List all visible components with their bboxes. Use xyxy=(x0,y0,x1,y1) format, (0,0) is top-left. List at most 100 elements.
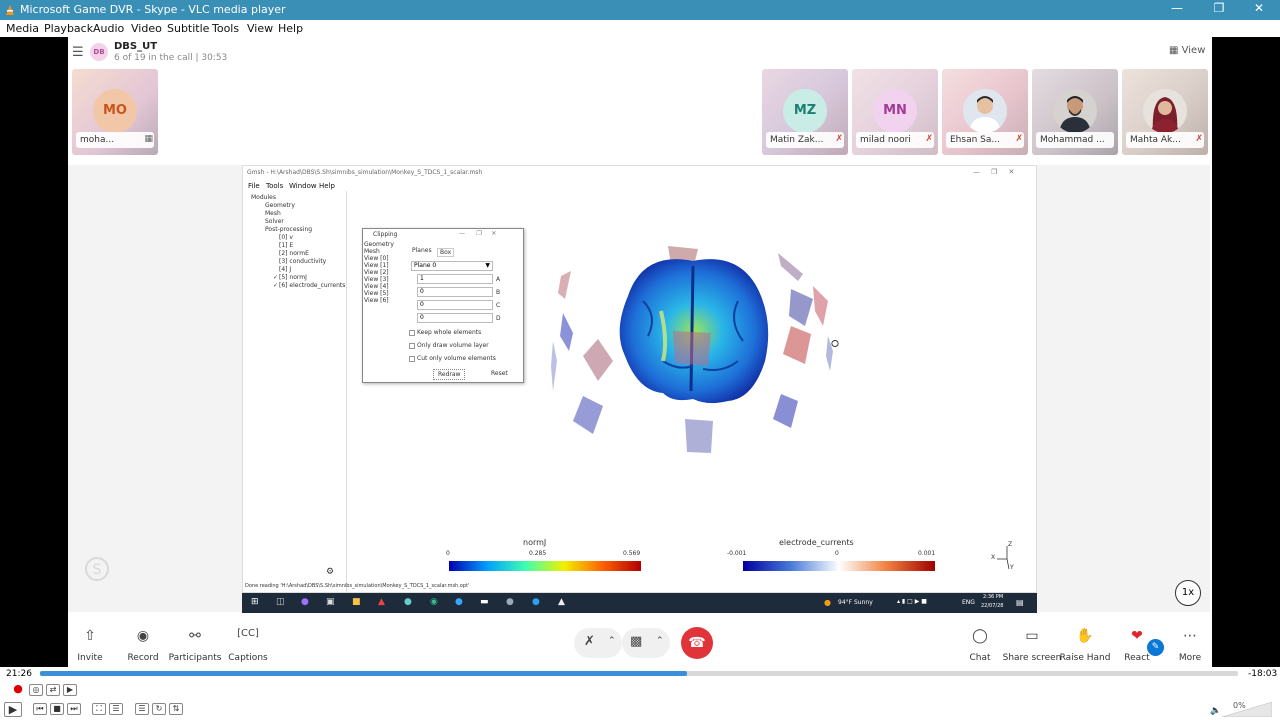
snapshot-icon[interactable]: ◎ xyxy=(29,684,43,696)
app-icon: ▲ xyxy=(378,597,385,607)
captions-button[interactable]: [CC] Captions xyxy=(218,628,278,663)
more-button[interactable]: ⋯ More xyxy=(1160,628,1220,663)
list-item[interactable]: View [6] xyxy=(364,297,389,304)
camera-toggle-button[interactable]: ▩ ⌃ xyxy=(622,628,670,658)
gmsh-menu-file[interactable]: File xyxy=(248,182,260,190)
zoom-level-button[interactable]: 1x xyxy=(1175,580,1201,606)
gmsh-menu-window[interactable]: Window xyxy=(289,182,317,190)
participant-tile[interactable]: Mahta Ak... ✗ xyxy=(1122,69,1208,155)
previous-icon[interactable]: ⏮ xyxy=(33,703,47,715)
participant-tile[interactable]: Mohammad ... xyxy=(1032,69,1118,155)
next-icon[interactable]: ⏭ xyxy=(67,703,81,715)
gmsh-menu-help[interactable]: Help xyxy=(319,182,335,190)
gmsh-icon: ▲ xyxy=(558,597,565,607)
list-item[interactable]: View [5] xyxy=(364,290,389,297)
list-item[interactable]: Geometry xyxy=(364,241,394,248)
list-item[interactable]: View [1] xyxy=(364,262,389,269)
menu-view[interactable]: View xyxy=(247,22,273,35)
record-icon[interactable]: ● xyxy=(11,683,25,696)
list-item[interactable]: View [2] xyxy=(364,269,389,276)
menu-audio[interactable]: Audio xyxy=(93,22,124,35)
colorbar-electrode-mid: 0 xyxy=(835,550,839,557)
menu-playback[interactable]: Playback xyxy=(44,22,93,35)
play-icon[interactable]: ▶ xyxy=(4,702,22,717)
electrode-patch xyxy=(685,419,713,453)
tree-post-processing[interactable]: Post-processing xyxy=(265,226,312,233)
tree-modules[interactable]: Modules xyxy=(251,194,276,201)
plane-coef-b[interactable]: 0 xyxy=(417,287,493,297)
tree-view[interactable]: [5] normJ xyxy=(279,274,307,281)
view-button[interactable]: ▦ View xyxy=(1169,45,1205,56)
loop-icon[interactable]: ↻ xyxy=(152,703,166,715)
reset-button[interactable]: Reset xyxy=(491,370,508,377)
tree-view[interactable]: [6] electrode_currents xyxy=(279,282,345,289)
tree-solver[interactable]: Solver xyxy=(265,218,284,225)
menu-tools[interactable]: Tools xyxy=(212,22,239,35)
participant-tile[interactable]: MO moha... ▦ xyxy=(72,69,158,155)
tree-view[interactable]: [2] normE xyxy=(279,250,309,257)
checkbox[interactable] xyxy=(409,343,415,349)
menu-video[interactable]: Video xyxy=(131,22,162,35)
checkbox[interactable] xyxy=(409,356,415,362)
chat-button[interactable]: ◯ Chat xyxy=(950,628,1010,663)
chevron-up-icon[interactable]: ⌃ xyxy=(656,636,664,646)
minimize-button[interactable]: — xyxy=(1162,1,1192,15)
checkbox-checked-icon[interactable]: ✓ xyxy=(273,274,278,281)
gmsh-window-controls[interactable]: — ❐ ✕ xyxy=(973,168,1014,176)
tree-view[interactable]: [0] v xyxy=(279,234,293,241)
redraw-button[interactable]: Redraw xyxy=(433,369,466,380)
invite-button[interactable]: ⇧ Invite xyxy=(60,628,120,663)
tab-planes[interactable]: Planes xyxy=(412,247,432,254)
raise-hand-button[interactable]: ✋ Raise Hand xyxy=(1055,628,1115,663)
participant-tile[interactable]: MZ Matin Zak... ✗ xyxy=(762,69,848,155)
plane-select[interactable]: Plane 0 ▼ xyxy=(411,261,493,271)
mic-toggle-button[interactable]: ✗ ⌃ xyxy=(574,628,622,658)
list-item[interactable]: View [4] xyxy=(364,283,389,290)
menu-subtitle[interactable]: Subtitle xyxy=(167,22,209,35)
plane-coef-a[interactable]: 1 xyxy=(417,274,493,284)
speaker-icon[interactable]: 🔈 xyxy=(1210,706,1221,716)
plane-coef-c[interactable]: 0 xyxy=(417,300,493,310)
menu-help[interactable]: Help xyxy=(278,22,303,35)
list-item[interactable]: View [0] xyxy=(364,255,389,262)
chevron-up-icon[interactable]: ⌃ xyxy=(608,636,616,646)
clipping-window-controls[interactable]: — ❐ ✕ xyxy=(459,230,496,237)
participant-tile[interactable]: MN milad noori ✗ xyxy=(852,69,938,155)
tree-mesh[interactable]: Mesh xyxy=(265,210,281,217)
frame-step-icon[interactable]: ▶ xyxy=(63,684,77,696)
gear-icon[interactable]: ⚙ xyxy=(326,567,334,577)
tree-view[interactable]: [3] conductivity xyxy=(279,258,326,265)
playlist-icon[interactable]: ☰ xyxy=(135,703,149,715)
tree-geometry[interactable]: Geometry xyxy=(265,202,295,209)
share-screen-button[interactable]: ▭ Share screen xyxy=(1002,628,1062,663)
close-button[interactable]: ✕ xyxy=(1244,1,1274,15)
record-button[interactable]: ◉ Record xyxy=(113,628,173,663)
tree-view[interactable]: [1] E xyxy=(279,242,293,249)
participant-tile[interactable]: Ehsan Sa... ✗ xyxy=(942,69,1028,155)
checkbox[interactable] xyxy=(409,330,415,336)
list-item[interactable]: Mesh xyxy=(364,248,380,255)
participants-button[interactable]: ⚯ Participants xyxy=(165,628,225,663)
electrode-patch xyxy=(773,394,798,428)
plane-coef-d[interactable]: 0 xyxy=(417,313,493,323)
gmsh-menu-tools[interactable]: Tools xyxy=(266,182,283,190)
tree-view[interactable]: [4] J xyxy=(279,266,291,273)
checkbox-checked-icon[interactable]: ✓ xyxy=(273,282,278,289)
call-title[interactable]: DBS_UT xyxy=(114,41,157,52)
tab-box[interactable]: Box xyxy=(437,248,455,257)
extended-settings-icon[interactable]: ☰ xyxy=(109,703,123,715)
brain-3d-view[interactable] xyxy=(543,241,843,461)
shuffle-icon[interactable]: ⇅ xyxy=(169,703,183,715)
volume-slider[interactable] xyxy=(1222,702,1272,717)
list-item[interactable]: View [3] xyxy=(364,276,389,283)
seek-bar[interactable] xyxy=(40,671,1238,676)
menu-media[interactable]: Media xyxy=(6,22,39,35)
maximize-button[interactable]: ❐ xyxy=(1204,1,1234,15)
fullscreen-icon[interactable]: ⛶ xyxy=(92,703,106,715)
end-call-button[interactable]: ☎ xyxy=(681,627,713,659)
participant-name: moha... xyxy=(76,132,154,148)
stop-icon[interactable]: ■ xyxy=(50,703,64,715)
loop-ab-icon[interactable]: ⇄ xyxy=(46,684,60,696)
electrode-patch xyxy=(583,339,613,381)
hamburger-menu-icon[interactable]: ☰ xyxy=(72,45,84,60)
